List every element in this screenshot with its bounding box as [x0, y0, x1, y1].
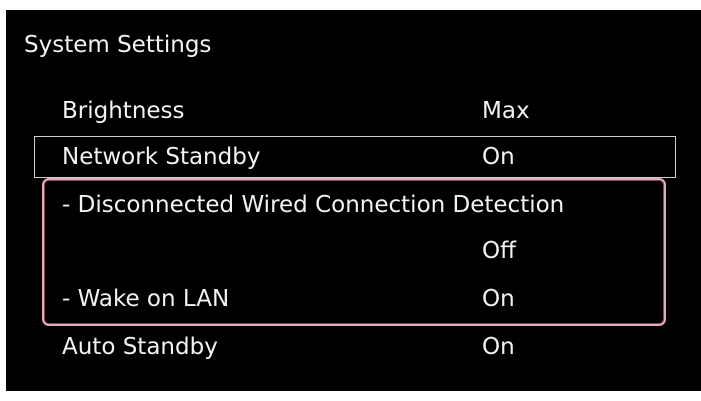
menu-item-label: Brightness [62, 98, 185, 124]
settings-screen: System Settings Brightness Max Network S… [6, 10, 701, 391]
menu-item-label: Network Standby [62, 144, 261, 170]
menu-item-auto-standby[interactable]: Auto Standby On [6, 324, 701, 370]
menu-item-brightness[interactable]: Brightness Max [6, 88, 701, 134]
menu-item-value: Off [482, 238, 516, 264]
menu-item-value: Max [482, 98, 530, 124]
menu-item-value: On [482, 144, 515, 170]
page-title: System Settings [24, 32, 212, 58]
menu-item-value: On [482, 334, 515, 360]
menu-item-wake-on-lan[interactable]: - Wake on LAN On [6, 276, 701, 322]
menu-item-label: Auto Standby [62, 334, 218, 360]
menu-item-disconnected-wired-detection[interactable]: - Disconnected Wired Connection Detectio… [6, 182, 701, 228]
menu-item-label: - Disconnected Wired Connection Detectio… [62, 192, 565, 218]
menu-item-network-standby[interactable]: Network Standby On [6, 134, 701, 180]
menu-item-label: - Wake on LAN [62, 286, 230, 312]
menu-item-value: On [482, 286, 515, 312]
menu-item-disconnected-wired-detection-value[interactable]: Off [6, 228, 701, 274]
